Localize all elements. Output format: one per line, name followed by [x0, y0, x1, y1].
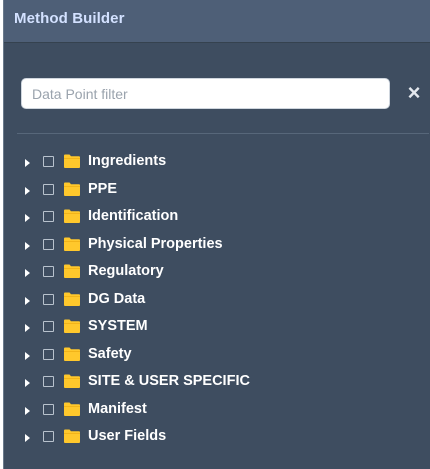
tree-item-ingredients[interactable]: Ingredients	[4, 150, 430, 178]
folder-icon	[64, 319, 80, 333]
clear-filter-button[interactable]: ×	[405, 80, 423, 105]
caret-right-icon[interactable]	[25, 269, 30, 277]
folder-icon	[64, 154, 80, 168]
tree-item-label: Physical Properties	[88, 235, 223, 252]
tree-item-checkbox[interactable]	[43, 321, 54, 332]
folder-icon	[64, 182, 80, 196]
tree-item-physical-properties[interactable]: Physical Properties	[4, 233, 430, 261]
caret-right-icon[interactable]	[25, 186, 30, 195]
tree-item-ppe[interactable]: PPE	[4, 178, 430, 206]
tree-item-label: Regulatory	[88, 263, 164, 279]
tree-item-safety[interactable]: Safety	[4, 343, 430, 371]
tree-item-checkbox[interactable]	[43, 211, 54, 222]
caret-right-icon[interactable]	[25, 241, 30, 250]
tree-item-label: Safety	[88, 345, 132, 362]
tree-item-label: Ingredients	[88, 153, 167, 169]
caret-right-icon[interactable]	[25, 324, 30, 332]
divider	[17, 133, 429, 134]
tree-item-system[interactable]: SYSTEM	[4, 315, 430, 343]
close-icon: ×	[407, 80, 421, 105]
caret-right-icon[interactable]	[25, 406, 30, 415]
caret-right-icon[interactable]	[25, 379, 30, 387]
filter-row: ×	[21, 78, 429, 110]
caret-right-icon[interactable]	[25, 351, 30, 360]
caret-right-icon[interactable]	[25, 296, 30, 305]
tree-item-regulatory[interactable]: Regulatory	[4, 260, 430, 288]
tree-item-identification[interactable]: Identification	[4, 205, 430, 233]
folder-icon	[64, 347, 80, 361]
caret-right-icon[interactable]	[25, 159, 30, 167]
folder-icon	[64, 264, 80, 278]
tree-item-checkbox[interactable]	[43, 376, 54, 387]
tree-item-label: Manifest	[88, 400, 147, 417]
tree-item-checkbox[interactable]	[43, 266, 54, 277]
tree-item-manifest[interactable]: Manifest	[4, 398, 430, 426]
tree-item-label: DG Data	[88, 290, 146, 307]
folder-icon	[64, 402, 80, 416]
tree-item-dg-data[interactable]: DG Data	[4, 288, 430, 316]
tree-item-checkbox[interactable]	[43, 431, 54, 442]
tree-item-label: SYSTEM	[88, 318, 148, 334]
tree-item-checkbox[interactable]	[43, 403, 54, 415]
tree-item-label: Identification	[88, 208, 179, 224]
tree-item-site-user-specific[interactable]: SITE & USER SPECIFIC	[4, 370, 430, 398]
tree-item-label: SITE & USER SPECIFIC	[88, 373, 250, 389]
folder-icon	[64, 429, 80, 443]
tree-item-label: User Fields	[88, 428, 167, 444]
folder-icon	[64, 237, 80, 251]
data-point-filter-input[interactable]	[21, 78, 390, 109]
tree-item-checkbox[interactable]	[43, 183, 54, 195]
panel-header: Method Builder	[4, 0, 430, 43]
folder-icon	[64, 209, 80, 223]
caret-right-icon[interactable]	[25, 434, 30, 442]
folder-icon	[64, 292, 80, 306]
tree-item-checkbox[interactable]	[43, 156, 54, 167]
tree-item-checkbox[interactable]	[43, 293, 54, 305]
method-builder-panel: Method Builder × Ingredients PPE Identif…	[3, 0, 430, 469]
folder-icon	[64, 374, 80, 388]
data-point-tree: Ingredients PPE Identification Physical …	[4, 150, 430, 453]
tree-item-user-fields[interactable]: User Fields	[4, 425, 430, 453]
tree-item-checkbox[interactable]	[43, 238, 54, 250]
tree-item-label: PPE	[88, 180, 118, 197]
caret-right-icon[interactable]	[25, 214, 30, 222]
panel-title: Method Builder	[14, 9, 125, 27]
tree-item-checkbox[interactable]	[43, 348, 54, 360]
